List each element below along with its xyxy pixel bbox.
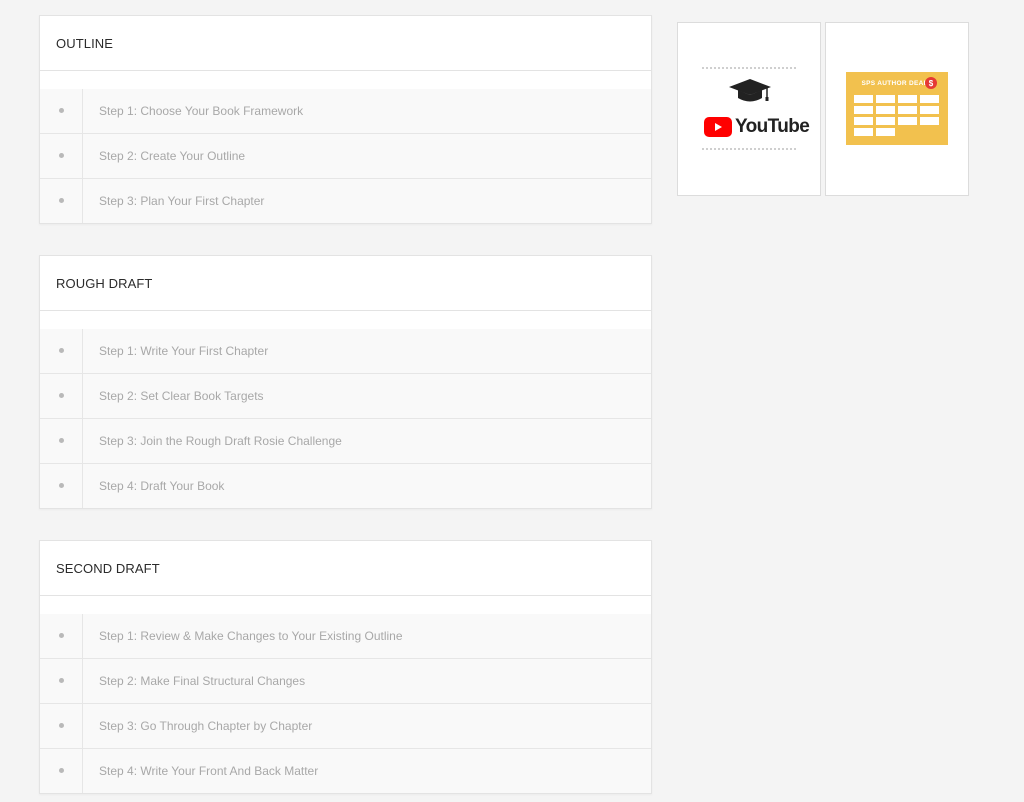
youtube-play-icon	[704, 117, 732, 137]
step-link[interactable]: Step 1: Write Your First Chapter	[83, 329, 268, 373]
step-link[interactable]: Step 3: Join the Rough Draft Rosie Chall…	[83, 419, 342, 463]
partner-logo	[876, 128, 895, 136]
youtube-widget[interactable]: YouTube	[677, 22, 821, 196]
partner-logo	[854, 106, 873, 114]
section-second-draft: SECOND DRAFT Step 1: Review & Make Chang…	[39, 540, 652, 794]
graduation-cap-icon	[729, 79, 771, 102]
list-item[interactable]: Step 3: Go Through Chapter by Chapter	[40, 704, 651, 749]
partner-logo	[876, 95, 895, 103]
partner-logo	[898, 106, 917, 114]
bullet-icon	[58, 437, 64, 443]
step-list: Step 1: Write Your First Chapter Step 2:…	[40, 329, 651, 508]
bullet-icon	[58, 347, 64, 353]
step-link[interactable]: Step 1: Review & Make Changes to Your Ex…	[83, 614, 403, 658]
partner-logo	[920, 95, 939, 103]
partner-logo	[898, 117, 917, 125]
list-item[interactable]: Step 4: Draft Your Book	[40, 464, 651, 508]
bullet-icon	[58, 767, 64, 773]
partner-logo	[854, 128, 873, 136]
bullet-icon	[58, 152, 64, 158]
divider	[702, 148, 796, 150]
list-item[interactable]: Step 1: Review & Make Changes to Your Ex…	[40, 614, 651, 659]
step-link[interactable]: Step 2: Set Clear Book Targets	[83, 374, 264, 418]
step-link[interactable]: Step 1: Choose Your Book Framework	[83, 89, 303, 133]
dollar-badge-icon: $	[925, 77, 937, 89]
step-link[interactable]: Step 4: Draft Your Book	[83, 464, 224, 508]
partner-logo	[876, 117, 895, 125]
step-list: Step 1: Review & Make Changes to Your Ex…	[40, 614, 651, 793]
step-link[interactable]: Step 2: Make Final Structural Changes	[83, 659, 305, 703]
list-item[interactable]: Step 1: Choose Your Book Framework	[40, 89, 651, 134]
list-item[interactable]: Step 4: Write Your Front And Back Matter	[40, 749, 651, 793]
section-outline: OUTLINE Step 1: Choose Your Book Framewo…	[39, 15, 652, 224]
partner-logo	[854, 95, 873, 103]
author-deals-widget[interactable]: SPS AUTHOR DEALS $	[825, 22, 969, 196]
section-title: ROUGH DRAFT	[40, 256, 651, 311]
youtube-logo: YouTube	[704, 116, 810, 138]
partner-logo	[854, 117, 873, 125]
bullet-icon	[58, 482, 64, 488]
list-item[interactable]: Step 3: Join the Rough Draft Rosie Chall…	[40, 419, 651, 464]
bullet-icon	[58, 107, 64, 113]
list-item[interactable]: Step 3: Plan Your First Chapter	[40, 179, 651, 223]
divider	[702, 67, 796, 69]
partner-logo	[898, 95, 917, 103]
step-list: Step 1: Choose Your Book Framework Step …	[40, 89, 651, 223]
step-link[interactable]: Step 2: Create Your Outline	[83, 134, 245, 178]
step-link[interactable]: Step 4: Write Your Front And Back Matter	[83, 749, 318, 793]
bullet-icon	[58, 392, 64, 398]
list-item[interactable]: Step 1: Write Your First Chapter	[40, 329, 651, 374]
deals-logo-grid	[854, 95, 939, 136]
partner-logo	[876, 106, 895, 114]
partner-logo	[920, 117, 939, 125]
list-item[interactable]: Step 2: Make Final Structural Changes	[40, 659, 651, 704]
list-item[interactable]: Step 2: Set Clear Book Targets	[40, 374, 651, 419]
section-rough-draft: ROUGH DRAFT Step 1: Write Your First Cha…	[39, 255, 652, 509]
bullet-icon	[58, 677, 64, 683]
bullet-icon	[58, 722, 64, 728]
section-title: OUTLINE	[40, 16, 651, 71]
list-item[interactable]: Step 2: Create Your Outline	[40, 134, 651, 179]
bullet-icon	[58, 632, 64, 638]
step-link[interactable]: Step 3: Plan Your First Chapter	[83, 179, 264, 223]
step-link[interactable]: Step 3: Go Through Chapter by Chapter	[83, 704, 312, 748]
author-deals-banner[interactable]: SPS AUTHOR DEALS $	[846, 72, 948, 145]
partner-logo	[920, 106, 939, 114]
page: OUTLINE Step 1: Choose Your Book Framewo…	[0, 0, 1024, 802]
bullet-icon	[58, 197, 64, 203]
youtube-logo-text: YouTube	[735, 116, 810, 137]
section-title: SECOND DRAFT	[40, 541, 651, 596]
